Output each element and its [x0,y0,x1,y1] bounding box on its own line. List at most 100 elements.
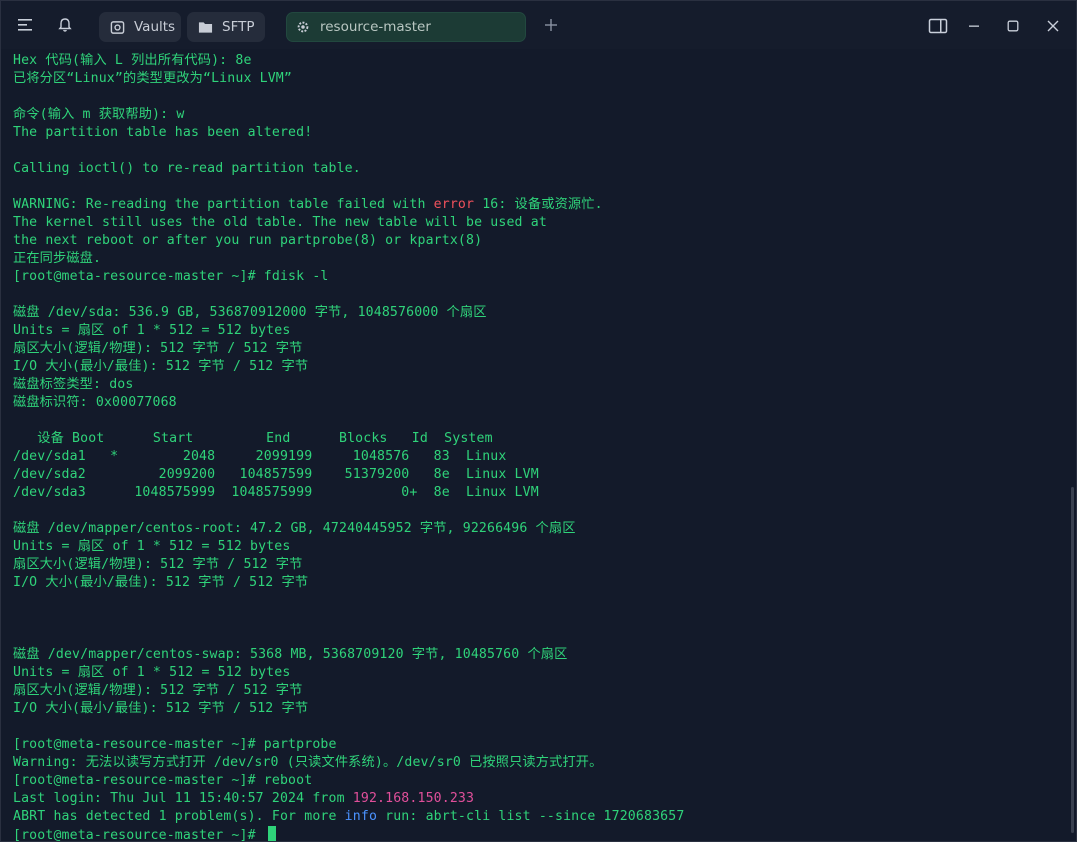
vault-icon [109,19,125,35]
terminal-line: Hex 代码(输入 L 列出所有代码): 8e [13,52,1062,70]
terminal-text: Warning: 无法以读写方式打开 /dev/sr0 (只读文件系统)。/de… [13,755,603,770]
scrollbar[interactable] [1071,487,1074,833]
terminal-text: 扇区大小(逻辑/物理): 512 字节 / 512 字节 [13,341,303,356]
terminal-line: the next reboot or after you run partpro… [13,232,1062,250]
plus-icon[interactable] [539,13,563,37]
terminal-text: ABRT has detected 1 problem(s). For more [13,809,345,824]
terminal-line: [root@meta-resource-master ~]# fdisk -l [13,268,1062,286]
terminal-text: 正在同步磁盘. [13,251,102,266]
terminal-line: 扇区大小(逻辑/物理): 512 字节 / 512 字节 [13,682,1062,700]
terminal-text: 磁盘标识符: 0x00077068 [13,395,177,410]
terminal-line: I/O 大小(最小/最佳): 512 字节 / 512 字节 [13,700,1062,718]
terminal-line: /dev/sda1 * 2048 2099199 1048576 83 Linu… [13,448,1062,466]
terminal-line: The partition table has been altered! [13,124,1062,142]
bell-icon[interactable] [53,13,77,37]
terminal-text: the next reboot or after you run partpro… [13,233,483,248]
close-icon[interactable] [1042,15,1064,37]
tab-resource-master-label: resource-master [320,19,431,35]
terminal-line: 设备 Boot Start End Blocks Id System [13,430,1062,448]
terminal-window: Vaults SFTP resource-master Hex 代码(输入 L … [0,0,1077,842]
title-bar: Vaults SFTP resource-master [1,1,1076,49]
sidebar-toggle-icon[interactable] [927,15,949,37]
terminal-text: 设备 Boot Start End Blocks Id System [13,431,493,446]
terminal-line: Units = 扇区 of 1 * 512 = 512 bytes [13,538,1062,556]
terminal-text: Calling ioctl() to re-read partition tab… [13,161,361,176]
terminal-text: [root@meta-resource-master ~]# fdisk -l [13,269,329,284]
terminal-line: 扇区大小(逻辑/物理): 512 字节 / 512 字节 [13,340,1062,358]
terminal-text: 磁盘 /dev/mapper/centos-swap: 5368 MB, 536… [13,647,568,662]
terminal-line: I/O 大小(最小/最佳): 512 字节 / 512 字节 [13,358,1062,376]
terminal-line: Calling ioctl() to re-read partition tab… [13,160,1062,178]
tab-vaults-label: Vaults [134,19,176,35]
terminal-ip-text: 192.168.150.233 [352,791,475,806]
terminal-line: [root@meta-resource-master ~]# partprobe [13,736,1062,754]
terminal-text: I/O 大小(最小/最佳): 512 字节 / 512 字节 [13,359,309,374]
terminal-line: 正在同步磁盘. [13,250,1062,268]
terminal-line: /dev/sda2 2099200 104857599 51379200 8e … [13,466,1062,484]
terminal-text: 磁盘标签类型: dos [13,377,134,392]
terminal-line: [root@meta-resource-master ~]# reboot [13,772,1062,790]
terminal-text: The kernel still uses the old table. The… [13,215,547,230]
terminal-line: 磁盘标识符: 0x00077068 [13,394,1062,412]
terminal-line: 已将分区“Linux”的类型更改为“Linux LVM” [13,70,1062,88]
terminal-text: /dev/sda1 * 2048 2099199 1048576 83 Linu… [13,449,507,464]
terminal-text: 磁盘 /dev/mapper/centos-root: 47.2 GB, 472… [13,521,576,536]
terminal-line: /dev/sda3 1048575999 1048575999 0+ 8e Li… [13,484,1062,502]
tab-resource-master[interactable]: resource-master [286,12,526,42]
terminal-text: Last login: Thu Jul 11 15:40:57 2024 fro… [13,791,353,806]
menu-icon[interactable] [13,13,37,37]
terminal-text: /dev/sda2 2099200 104857599 51379200 8e … [13,467,539,482]
terminal-line: I/O 大小(最小/最佳): 512 字节 / 512 字节 [13,574,1062,592]
terminal-line: 磁盘标签类型: dos [13,376,1062,394]
terminal-line: [root@meta-resource-master ~]# [13,826,1062,842]
terminal-cursor [267,826,276,841]
terminal-icon [295,19,311,35]
terminal-text: WARNING: Re-reading the partition table … [13,197,434,212]
terminal-text: run: abrt-cli list --since 1720683657 [377,809,685,824]
terminal-text: 已将分区“Linux”的类型更改为“Linux LVM” [13,71,292,86]
terminal-text: [root@meta-resource-master ~]# [13,828,264,842]
tab-vaults[interactable]: Vaults [99,12,181,42]
tab-sftp-label: SFTP [222,19,255,35]
tab-sftp[interactable]: SFTP [187,12,265,42]
terminal-text: 扇区大小(逻辑/物理): 512 字节 / 512 字节 [13,557,303,572]
maximize-icon[interactable] [1002,15,1024,37]
terminal-line: Warning: 无法以读写方式打开 /dev/sr0 (只读文件系统)。/de… [13,754,1062,772]
terminal-output[interactable]: Hex 代码(输入 L 列出所有代码): 8e 已将分区“Linux”的类型更改为… [13,52,1062,841]
minimize-icon[interactable] [963,15,985,37]
terminal-text: Units = 扇区 of 1 * 512 = 512 bytes [13,539,291,554]
terminal-line: The kernel still uses the old table. The… [13,214,1062,232]
terminal-text: 扇区大小(逻辑/物理): 512 字节 / 512 字节 [13,683,303,698]
terminal-text: [root@meta-resource-master ~]# partprobe [13,737,337,752]
terminal-text: Hex 代码(输入 L 列出所有代码): 8e [13,53,252,68]
folder-icon [197,19,213,35]
terminal-line: Units = 扇区 of 1 * 512 = 512 bytes [13,322,1062,340]
terminal-err-text: error [433,197,475,212]
terminal-text: 命令(输入 m 获取帮助): w [13,107,185,122]
terminal-line: 磁盘 /dev/mapper/centos-swap: 5368 MB, 536… [13,646,1062,664]
terminal-text: Units = 扇区 of 1 * 512 = 512 bytes [13,323,291,338]
terminal-line: 命令(输入 m 获取帮助): w [13,106,1062,124]
terminal-text: [root@meta-resource-master ~]# reboot [13,773,313,788]
terminal-text: 磁盘 /dev/sda: 536.9 GB, 536870912000 字节, … [13,305,487,320]
terminal-line: 扇区大小(逻辑/物理): 512 字节 / 512 字节 [13,556,1062,574]
terminal-line: Units = 扇区 of 1 * 512 = 512 bytes [13,664,1062,682]
terminal-line: 磁盘 /dev/sda: 536.9 GB, 536870912000 字节, … [13,304,1062,322]
terminal-text: I/O 大小(最小/最佳): 512 字节 / 512 字节 [13,701,309,716]
terminal-line: WARNING: Re-reading the partition table … [13,196,1062,214]
terminal-info-text: info [344,809,378,824]
terminal-text: The partition table has been altered! [13,125,313,140]
terminal-text: Units = 扇区 of 1 * 512 = 512 bytes [13,665,291,680]
terminal-line: ABRT has detected 1 problem(s). For more… [13,808,1062,826]
terminal-line: Last login: Thu Jul 11 15:40:57 2024 fro… [13,790,1062,808]
